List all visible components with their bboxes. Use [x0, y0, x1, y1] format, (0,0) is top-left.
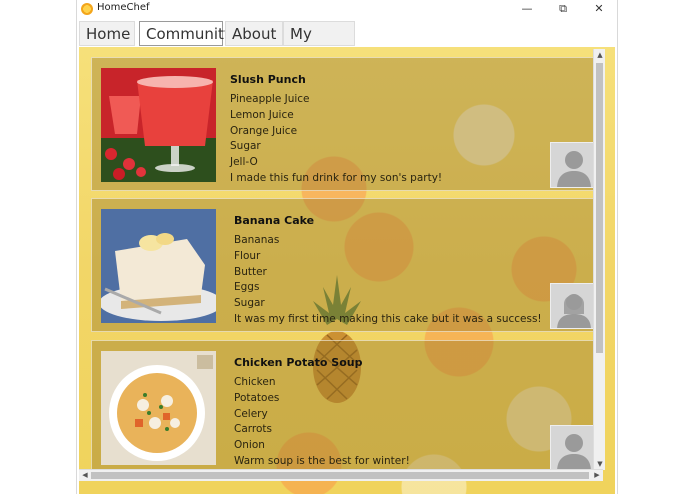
ingredient: Potatoes — [234, 391, 280, 404]
user-avatar-icon[interactable] — [550, 283, 596, 329]
recipe-details: Pineapple Juice Lemon Juice Orange Juice… — [230, 92, 442, 187]
app-title: HomeChef — [97, 2, 150, 13]
ingredient: Flour — [234, 249, 261, 262]
ingredient: Pineapple Juice — [230, 93, 310, 105]
ingredient: Onion — [234, 439, 265, 452]
recipe-details: Bananas Flour Butter Eggs Sugar It was m… — [234, 233, 542, 328]
recipe-photo-banana-cake — [101, 209, 216, 323]
app-window: HomeChef — ⧉ ✕ Home Community About My P… — [76, 0, 618, 494]
nav-bar: Home Community About My Profile — [77, 18, 617, 68]
ingredient: Chicken — [234, 376, 276, 388]
recipe-card[interactable]: Slush Punch Pineapple Juice Lemon Juice … — [91, 57, 597, 191]
ingredient: Orange Juice — [230, 124, 298, 137]
recipe-comment: I made this fun drink for my son's party… — [230, 171, 443, 184]
user-avatar-icon[interactable] — [550, 142, 596, 188]
scroll-right-icon[interactable]: ▶ — [591, 470, 603, 482]
recipe-card[interactable]: Chicken Potato Soup Chicken Potatoes Cel… — [91, 340, 597, 474]
minimize-button[interactable]: — — [509, 0, 545, 18]
recipe-details: Chicken Potatoes Celery Carrots Onion Wa… — [234, 375, 410, 470]
recipe-title: Banana Cake — [234, 214, 315, 227]
ingredient: Sugar — [234, 297, 265, 310]
tab-community[interactable]: Community — [139, 21, 233, 46]
scroll-up-icon[interactable]: ▲ — [594, 49, 606, 61]
title-bar: HomeChef — ⧉ ✕ — [77, 0, 617, 18]
ingredient: Butter — [234, 265, 267, 278]
ingredient: Sugar — [230, 140, 261, 153]
recipe-title: Chicken Potato Soup — [234, 356, 363, 369]
close-button[interactable]: ✕ — [581, 0, 617, 18]
ingredient: Celery — [234, 407, 268, 420]
scroll-thumb[interactable] — [91, 472, 589, 479]
vertical-scrollbar[interactable]: ▲ ▼ — [593, 49, 605, 470]
horizontal-scrollbar[interactable]: ◀ ▶ — [79, 469, 603, 481]
ingredient: Jell-O — [230, 156, 258, 169]
ingredient: Bananas — [234, 234, 280, 246]
user-avatar-icon[interactable] — [550, 425, 596, 471]
tab-about[interactable]: About — [225, 21, 283, 46]
ingredient: Eggs — [234, 281, 260, 294]
restore-button[interactable]: ⧉ — [545, 0, 581, 18]
app-logo-icon — [81, 3, 93, 15]
tab-home[interactable]: Home — [79, 21, 135, 46]
recipe-comment: Warm soup is the best for winter! — [234, 454, 410, 467]
ingredient: Carrots — [234, 423, 272, 436]
ingredient: Lemon Juice — [230, 108, 294, 121]
recipe-title: Slush Punch — [230, 73, 306, 86]
community-feed[interactable]: Slush Punch Pineapple Juice Lemon Juice … — [79, 47, 615, 494]
recipe-photo-chicken-potato-soup — [101, 351, 216, 465]
recipe-comment: It was my first time making this cake bu… — [234, 312, 542, 325]
recipe-card[interactable]: Banana Cake Bananas Flour Butter Eggs Su… — [91, 198, 597, 332]
scroll-left-icon[interactable]: ◀ — [79, 470, 91, 482]
scroll-thumb[interactable] — [596, 63, 603, 353]
tab-my-profile[interactable]: My Profile — [283, 21, 355, 68]
recipe-photo-slush-punch — [101, 68, 216, 182]
